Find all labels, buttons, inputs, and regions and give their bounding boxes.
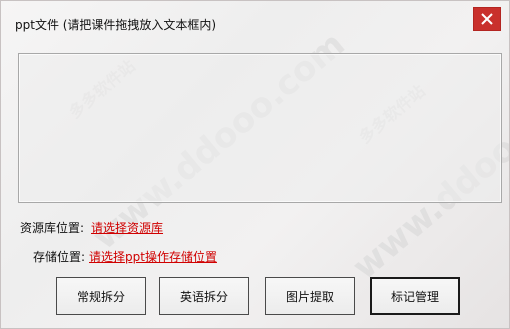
- mark-manage-button[interactable]: 标记管理: [370, 277, 460, 315]
- window-title: ppt文件 (请把课件拖拽放入文本框内): [15, 18, 217, 32]
- close-icon: [481, 13, 493, 25]
- library-location-label: 资源库位置:: [20, 221, 85, 235]
- select-storage-link[interactable]: 请选择ppt操作存储位置: [89, 248, 217, 265]
- select-library-link[interactable]: 请选择资源库: [91, 219, 163, 236]
- close-button[interactable]: [473, 7, 501, 31]
- dialog-window: www.ddooo.com www.ddooo.com 多多软件站 多多软件站 …: [0, 0, 510, 329]
- english-split-button[interactable]: 英语拆分: [159, 277, 249, 315]
- regular-split-button[interactable]: 常规拆分: [56, 277, 146, 315]
- image-extract-button[interactable]: 图片提取: [265, 277, 355, 315]
- storage-location-label: 存储位置:: [33, 250, 86, 264]
- ppt-drop-textbox[interactable]: [18, 53, 502, 203]
